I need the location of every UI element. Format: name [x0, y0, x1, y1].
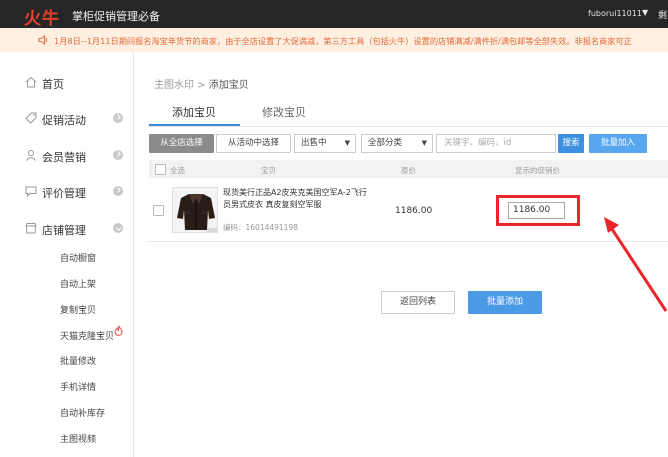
notice-text: 1月8日--1月11日期间报名淘宝年货节的商家，由于全店设置了大促満减，第三方工…	[54, 36, 632, 46]
expand-badge[interactable]	[113, 150, 123, 160]
chat-icon	[25, 186, 37, 198]
status-select-value: 出售中	[301, 138, 327, 148]
table-header: 全选 宝贝 原价 显示的促销价	[149, 160, 668, 178]
user-icon	[26, 150, 36, 161]
notice-bar: 1月8日--1月11日期间报名淘宝年货节的商家，由于全店设置了大促満减，第三方工…	[0, 28, 668, 52]
product-image[interactable]	[172, 187, 218, 233]
select-from-store-button[interactable]: 从全店选择	[149, 134, 214, 153]
back-to-list-button[interactable]: 返回列表	[381, 291, 455, 314]
promo-price-input[interactable]: 1186.00	[508, 202, 565, 219]
product-code: 编码：16014491198	[223, 222, 298, 233]
store-icon	[25, 223, 37, 234]
top-bar: 火牛 掌柜促销管理必备 fuborui11011 ▼ 剩	[0, 0, 668, 29]
annotation-arrow	[604, 217, 668, 312]
batch-join-button[interactable]: 批量加入	[589, 134, 647, 153]
breadcrumb-separator: >	[197, 80, 206, 91]
product-code-label: 编码：	[223, 223, 246, 232]
sidebar-item-label: 会员营销	[42, 151, 86, 164]
status-select[interactable]: 出售中 ▼	[294, 134, 356, 153]
sidebar-subitem-batch-edit[interactable]: 批量修改	[60, 354, 96, 367]
header-item: 宝贝	[261, 166, 276, 175]
collapse-badge[interactable]	[113, 223, 123, 233]
tag-icon	[25, 112, 37, 124]
select-all-checkbox[interactable]	[155, 164, 166, 175]
app-logo[interactable]: 火牛	[24, 4, 60, 29]
sidebar-subitem-mobile-detail[interactable]: 手机详情	[60, 380, 96, 393]
sidebar-item-label: 店铺管理	[42, 224, 86, 237]
sidebar-item-promotions[interactable]: 促销活动	[0, 100, 134, 136]
tab-divider	[149, 126, 668, 127]
header-orig-price: 原价	[401, 166, 416, 175]
chevron-down-icon[interactable]: ▼	[642, 8, 648, 17]
sidebar-subitem-main-video[interactable]: 主图视频	[60, 432, 96, 445]
header-display-price: 显示的促销价	[515, 166, 560, 175]
sidebar-item-home[interactable]: 首页	[0, 64, 134, 100]
sidebar-subitem-tmall-clone[interactable]: 天猫克隆宝贝	[60, 329, 114, 342]
app-title: 掌柜促销管理必备	[72, 10, 160, 23]
speaker-icon	[38, 34, 48, 46]
sidebar-item-label: 促销活动	[42, 114, 86, 127]
sidebar-item-label: 评价管理	[42, 187, 86, 200]
batch-add-button[interactable]: 批量添加	[468, 291, 542, 314]
sidebar-item-label: 首页	[42, 78, 64, 91]
jacket-image	[173, 188, 217, 232]
row-divider	[149, 241, 668, 242]
search-button[interactable]: 搜索	[558, 134, 584, 153]
sidebar-item-member[interactable]: 会员营销	[0, 137, 134, 173]
category-select[interactable]: 全部分类 ▼	[361, 134, 433, 153]
breadcrumb-parent[interactable]: 主图水印	[154, 80, 194, 91]
chevron-down-icon: ▼	[344, 139, 350, 147]
row-checkbox[interactable]	[153, 205, 164, 216]
sidebar-item-reviews[interactable]: 评价管理	[0, 173, 134, 209]
expand-badge[interactable]	[113, 186, 123, 196]
original-price: 1186.00	[395, 206, 433, 216]
remaining-link[interactable]: 剩	[658, 8, 667, 21]
sidebar-subitem-auto-window[interactable]: 自动橱窗	[60, 251, 96, 264]
flame-icon	[114, 325, 123, 336]
username[interactable]: fuborui11011	[588, 9, 642, 18]
search-input[interactable]: 关键字、编码、id	[436, 134, 556, 153]
product-code-value: 16014491198	[245, 223, 299, 232]
sidebar-subitem-copy-item[interactable]: 复制宝贝	[60, 303, 96, 316]
sidebar-subitem-auto-restock[interactable]: 自动补库存	[60, 406, 105, 419]
tab-edit-item[interactable]: 修改宝贝	[262, 104, 306, 120]
category-select-value: 全部分类	[368, 138, 403, 148]
chevron-down-icon: ▼	[421, 139, 427, 147]
select-from-activity-button[interactable]: 从活动中选择	[216, 134, 291, 153]
sidebar: 首页 促销活动 会员营销 评价管理 店铺管理 自动橱窗 自动上架 复制宝贝 天猫…	[0, 52, 134, 457]
product-title[interactable]: 现货美行正品A2皮夹克美国空军A-2飞行员男式皮衣 真皮复刻空军服	[223, 187, 373, 211]
header-select-all: 全选	[170, 166, 185, 175]
breadcrumb-current: 添加宝贝	[208, 80, 249, 91]
tab-add-item[interactable]: 添加宝贝	[172, 104, 216, 120]
home-icon	[25, 76, 37, 88]
sidebar-subitem-auto-listing[interactable]: 自动上架	[60, 277, 96, 290]
sidebar-item-store[interactable]: 店铺管理	[0, 210, 134, 246]
breadcrumb: 主图水印 > 添加宝贝	[154, 76, 249, 91]
expand-badge[interactable]	[113, 113, 123, 123]
